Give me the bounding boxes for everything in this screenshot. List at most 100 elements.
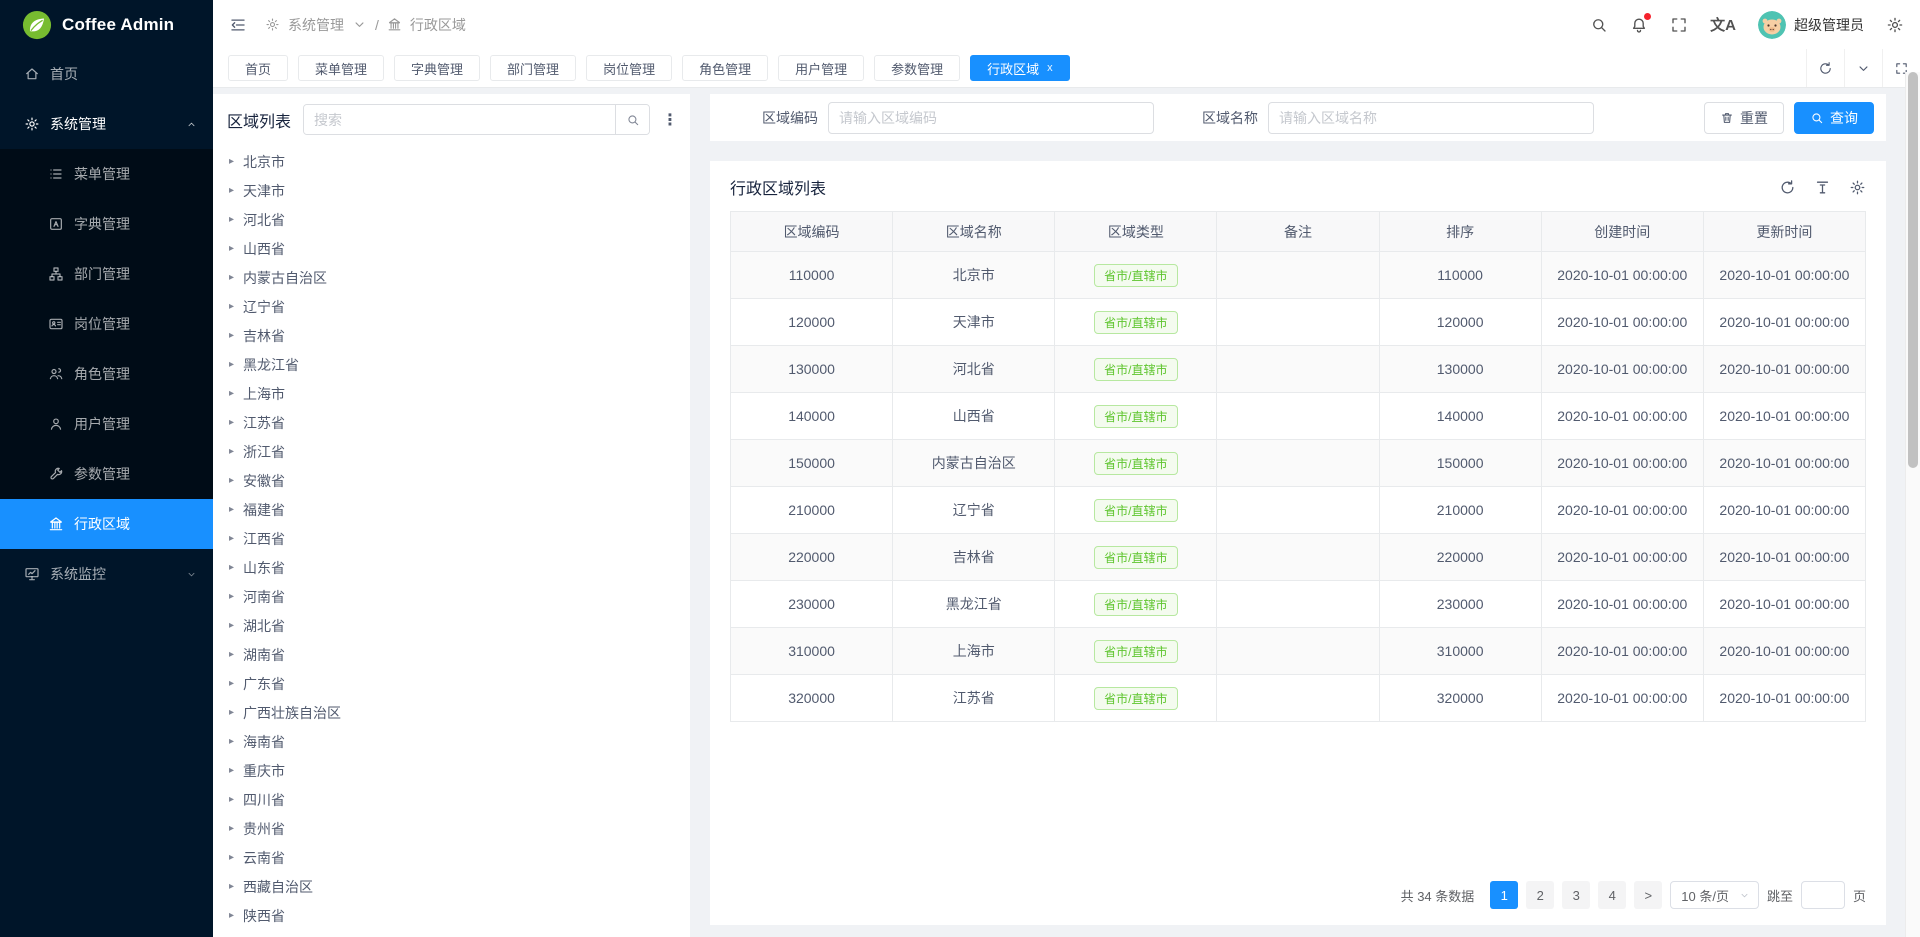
tree-node[interactable]: ▸ 湖北省 <box>229 611 690 640</box>
tree-node[interactable]: ▸ 江西省 <box>229 524 690 553</box>
user-menu[interactable]: 超级管理员 <box>1758 11 1864 39</box>
tab-user[interactable]: 用户管理 <box>778 55 864 81</box>
refresh-icon[interactable] <box>1806 49 1844 87</box>
tree-node[interactable]: ▸ 河北省 <box>229 205 690 234</box>
translate-icon[interactable]: 文A <box>1710 14 1736 35</box>
region-code-input[interactable] <box>828 102 1154 134</box>
tab-menu-chevron-icon[interactable] <box>1844 49 1882 87</box>
tab-dict[interactable]: 字典管理 <box>394 55 480 81</box>
caret-right-icon[interactable]: ▸ <box>229 620 234 631</box>
tab-home[interactable]: 首页 <box>228 55 288 81</box>
tree-search-input[interactable] <box>304 105 615 134</box>
search-button[interactable]: 查询 <box>1794 102 1874 134</box>
tree-node[interactable]: ▸ 山东省 <box>229 553 690 582</box>
caret-right-icon[interactable]: ▸ <box>229 707 234 718</box>
tree-node[interactable]: ▸ 福建省 <box>229 495 690 524</box>
caret-right-icon[interactable]: ▸ <box>229 330 234 341</box>
caret-right-icon[interactable]: ▸ <box>229 794 234 805</box>
tree-node[interactable]: ▸ 甘肃省 <box>229 930 690 937</box>
caret-right-icon[interactable]: ▸ <box>229 852 234 863</box>
tab-post[interactable]: 岗位管理 <box>586 55 672 81</box>
sidebar-item-home[interactable]: 首页 <box>0 49 213 99</box>
caret-right-icon[interactable]: ▸ <box>229 765 234 776</box>
page-button-2[interactable]: 2 <box>1526 881 1554 909</box>
tab-region[interactable]: 行政区域x <box>970 55 1070 81</box>
tab-param[interactable]: 参数管理 <box>874 55 960 81</box>
tab-role[interactable]: 角色管理 <box>682 55 768 81</box>
caret-right-icon[interactable]: ▸ <box>229 533 234 544</box>
fullscreen-icon[interactable] <box>1670 16 1688 34</box>
tree-node[interactable]: ▸ 安徽省 <box>229 466 690 495</box>
caret-right-icon[interactable]: ▸ <box>229 591 234 602</box>
caret-right-icon[interactable]: ▸ <box>229 881 234 892</box>
tree-node[interactable]: ▸ 海南省 <box>229 727 690 756</box>
column-settings-gear-icon[interactable] <box>1849 179 1866 196</box>
table-row[interactable]: 110000 北京市 省市/直辖市 110000 2020-10-01 00:0… <box>731 252 1866 299</box>
tree-node[interactable]: ▸ 广东省 <box>229 669 690 698</box>
jump-page-input[interactable] <box>1801 881 1845 909</box>
caret-right-icon[interactable]: ▸ <box>229 475 234 486</box>
sidebar-item-dict-management[interactable]: 字典管理 <box>0 199 213 249</box>
tab-menu[interactable]: 菜单管理 <box>298 55 384 81</box>
caret-right-icon[interactable]: ▸ <box>229 359 234 370</box>
next-page-button[interactable]: > <box>1634 881 1662 909</box>
table-row[interactable]: 150000 内蒙古自治区 省市/直辖市 150000 2020-10-01 0… <box>731 440 1866 487</box>
row-height-icon[interactable] <box>1814 179 1831 196</box>
table-row[interactable]: 320000 江苏省 省市/直辖市 320000 2020-10-01 00:0… <box>731 675 1866 722</box>
tree-node[interactable]: ▸ 山西省 <box>229 234 690 263</box>
tab-dept[interactable]: 部门管理 <box>490 55 576 81</box>
table-row[interactable]: 310000 上海市 省市/直辖市 310000 2020-10-01 00:0… <box>731 628 1866 675</box>
caret-right-icon[interactable]: ▸ <box>229 272 234 283</box>
region-name-input[interactable] <box>1268 102 1594 134</box>
page-scrollbar[interactable] <box>1905 72 1920 937</box>
tree-node[interactable]: ▸ 河南省 <box>229 582 690 611</box>
tree-node[interactable]: ▸ 吉林省 <box>229 321 690 350</box>
search-icon[interactable] <box>615 105 649 134</box>
caret-right-icon[interactable]: ▸ <box>229 243 234 254</box>
table-row[interactable]: 230000 黑龙江省 省市/直辖市 230000 2020-10-01 00:… <box>731 581 1866 628</box>
tree-node[interactable]: ▸ 内蒙古自治区 <box>229 263 690 292</box>
caret-right-icon[interactable]: ▸ <box>229 823 234 834</box>
tree-node[interactable]: ▸ 天津市 <box>229 176 690 205</box>
caret-right-icon[interactable]: ▸ <box>229 417 234 428</box>
tree-node[interactable]: ▸ 北京市 <box>229 147 690 176</box>
refresh-icon[interactable] <box>1779 179 1796 196</box>
caret-right-icon[interactable]: ▸ <box>229 388 234 399</box>
sidebar-item-dept-management[interactable]: 部门管理 <box>0 249 213 299</box>
caret-right-icon[interactable]: ▸ <box>229 156 234 167</box>
reset-button[interactable]: 重置 <box>1704 102 1784 134</box>
caret-right-icon[interactable]: ▸ <box>229 446 234 457</box>
sidebar-item-menu-management[interactable]: 菜单管理 <box>0 149 213 199</box>
tree-node[interactable]: ▸ 黑龙江省 <box>229 350 690 379</box>
tree-node[interactable]: ▸ 湖南省 <box>229 640 690 669</box>
caret-right-icon[interactable]: ▸ <box>229 649 234 660</box>
tree-node[interactable]: ▸ 重庆市 <box>229 756 690 785</box>
tree-node[interactable]: ▸ 贵州省 <box>229 814 690 843</box>
page-button-1[interactable]: 1 <box>1490 881 1518 909</box>
table-row[interactable]: 120000 天津市 省市/直辖市 120000 2020-10-01 00:0… <box>731 299 1866 346</box>
tree-node[interactable]: ▸ 西藏自治区 <box>229 872 690 901</box>
caret-right-icon[interactable]: ▸ <box>229 562 234 573</box>
close-icon[interactable]: x <box>1047 62 1053 74</box>
caret-right-icon[interactable]: ▸ <box>229 736 234 747</box>
tree-node[interactable]: ▸ 辽宁省 <box>229 292 690 321</box>
table-row[interactable]: 220000 吉林省 省市/直辖市 220000 2020-10-01 00:0… <box>731 534 1866 581</box>
sidebar-item-system-monitor[interactable]: 系统监控 <box>0 549 213 599</box>
page-button-3[interactable]: 3 <box>1562 881 1590 909</box>
caret-right-icon[interactable]: ▸ <box>229 214 234 225</box>
tree-node[interactable]: ▸ 上海市 <box>229 379 690 408</box>
caret-right-icon[interactable]: ▸ <box>229 185 234 196</box>
table-row[interactable]: 130000 河北省 省市/直辖市 130000 2020-10-01 00:0… <box>731 346 1866 393</box>
tree-node[interactable]: ▸ 广西壮族自治区 <box>229 698 690 727</box>
page-size-select[interactable]: 10 条/页 <box>1670 881 1759 909</box>
tree-node[interactable]: ▸ 四川省 <box>229 785 690 814</box>
sidebar-item-system-management[interactable]: 系统管理 <box>0 99 213 149</box>
scrollbar-thumb[interactable] <box>1908 72 1918 468</box>
tree-node[interactable]: ▸ 浙江省 <box>229 437 690 466</box>
page-button-4[interactable]: 4 <box>1598 881 1626 909</box>
sidebar-item-admin-region[interactable]: 行政区域 <box>0 499 213 549</box>
tree-node[interactable]: ▸ 云南省 <box>229 843 690 872</box>
table-row[interactable]: 210000 辽宁省 省市/直辖市 210000 2020-10-01 00:0… <box>731 487 1866 534</box>
sidebar-item-user-management[interactable]: 用户管理 <box>0 399 213 449</box>
sidebar-item-post-management[interactable]: 岗位管理 <box>0 299 213 349</box>
